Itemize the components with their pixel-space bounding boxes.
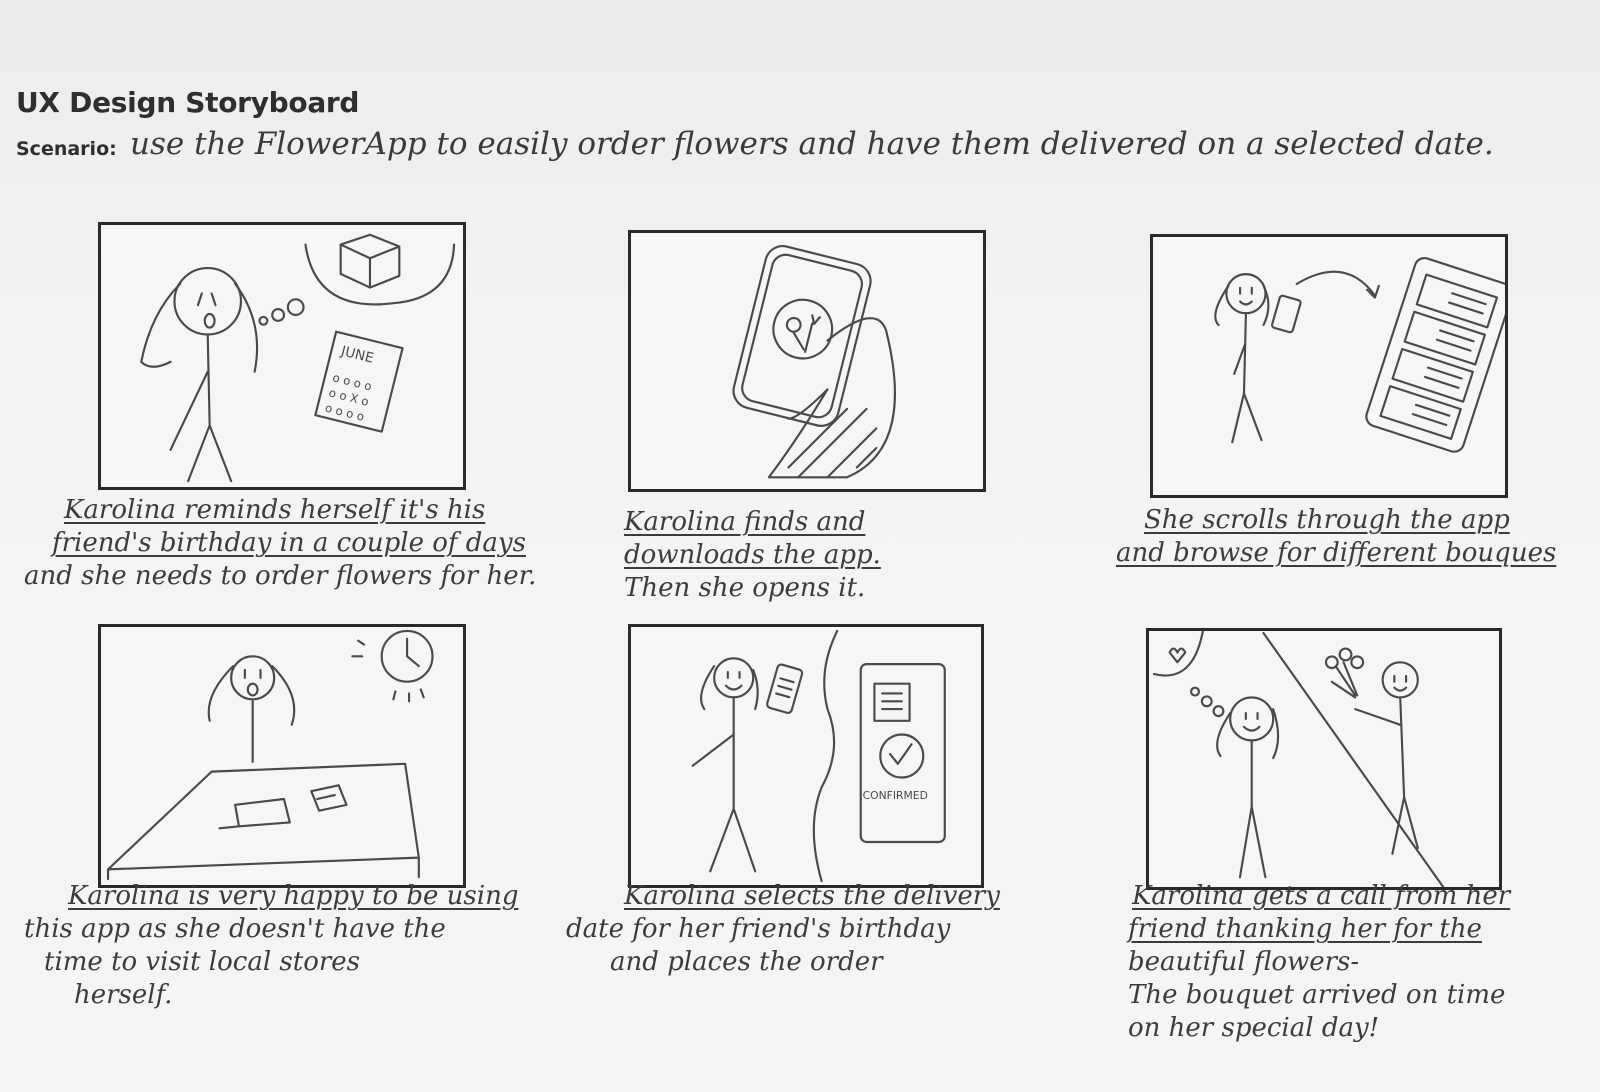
confirmed-label: CONFIRMED <box>863 789 928 802</box>
sketch-reminder: JUNE o o o o o o X o o o o o <box>140 233 456 483</box>
panel-1-caption: Karolina reminds herself it's his friend… <box>24 495 537 591</box>
storyboard-panel-6 <box>1146 628 1502 890</box>
storyboard-panel-5: CONFIRMED <box>628 624 984 888</box>
panel-4-caption: Karolina is very happy to be using this … <box>24 881 519 1010</box>
storyboard-panel-3 <box>1150 234 1508 498</box>
sketch-scroll-app <box>1214 256 1505 453</box>
page-title: UX Design Storyboard <box>16 86 360 119</box>
panel-6-caption: Karolina gets a call from her friend tha… <box>1128 881 1511 1043</box>
scenario-text: use the FlowerApp to easily order flower… <box>130 126 1494 162</box>
sketch-phone-app <box>732 245 896 479</box>
storyboard-panel-4 <box>98 624 466 888</box>
sketch-desk <box>106 629 434 881</box>
calendar-label: JUNE <box>339 343 376 367</box>
panel-5-caption: Karolina selects the delivery date for h… <box>566 881 1000 977</box>
sketch-call <box>1152 631 1445 887</box>
storyboard-panel-2 <box>628 230 986 492</box>
panel-2-caption: Karolina finds and downloads the app. Th… <box>624 507 881 603</box>
sketch-confirm: CONFIRMED <box>691 629 946 883</box>
panel-3-caption: She scrolls through the app and browse f… <box>1116 505 1557 568</box>
storyboard-panel-1: JUNE o o o o o o X o o o o o <box>98 222 466 490</box>
scenario-label: Scenario: <box>16 138 117 160</box>
